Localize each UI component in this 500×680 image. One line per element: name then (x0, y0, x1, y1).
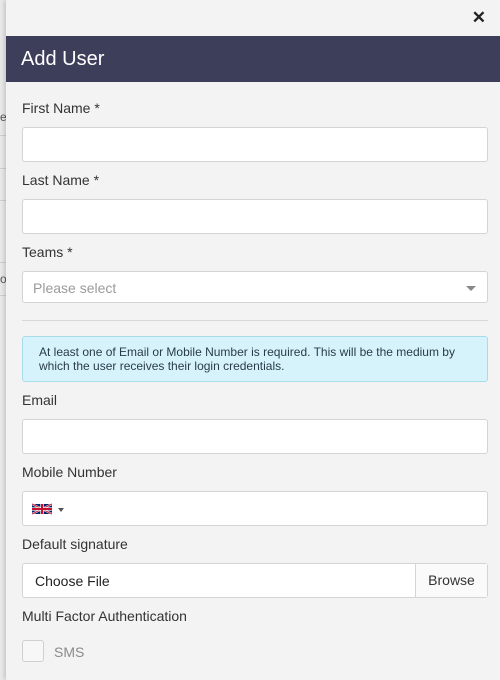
mfa-label: Multi Factor Authentication (22, 608, 187, 624)
dialog-title: Add User (21, 48, 105, 70)
signature-file-input[interactable]: Choose File Browse (22, 563, 488, 598)
chevron-down-icon (466, 286, 476, 291)
choose-file-text[interactable]: Choose File (35, 573, 110, 589)
first-name-input[interactable] (22, 127, 488, 162)
add-user-panel: ✕ Add User First Name * Last Name * Team… (6, 0, 500, 680)
browse-button[interactable]: Browse (415, 564, 487, 597)
uk-flag-icon[interactable] (32, 503, 52, 515)
mobile-number-label: Mobile Number (22, 464, 117, 480)
teams-label: Teams * (22, 244, 73, 260)
info-alert: At least one of Email or Mobile Number i… (22, 336, 488, 382)
teams-select[interactable]: Please select (22, 271, 488, 303)
country-dropdown-caret-icon[interactable] (58, 508, 64, 512)
teams-placeholder: Please select (33, 280, 117, 296)
last-name-label: Last Name * (22, 172, 100, 188)
last-name-input[interactable] (22, 199, 488, 234)
email-input[interactable] (22, 419, 488, 454)
close-icon[interactable]: ✕ (472, 9, 486, 26)
section-divider (22, 320, 488, 321)
mobile-number-input[interactable] (22, 491, 488, 526)
dialog-header: Add User (6, 36, 500, 82)
first-name-label: First Name * (22, 100, 100, 116)
sms-label: SMS (54, 644, 85, 660)
default-signature-label: Default signature (22, 536, 128, 552)
email-label: Email (22, 392, 58, 408)
sms-checkbox[interactable] (22, 640, 44, 662)
